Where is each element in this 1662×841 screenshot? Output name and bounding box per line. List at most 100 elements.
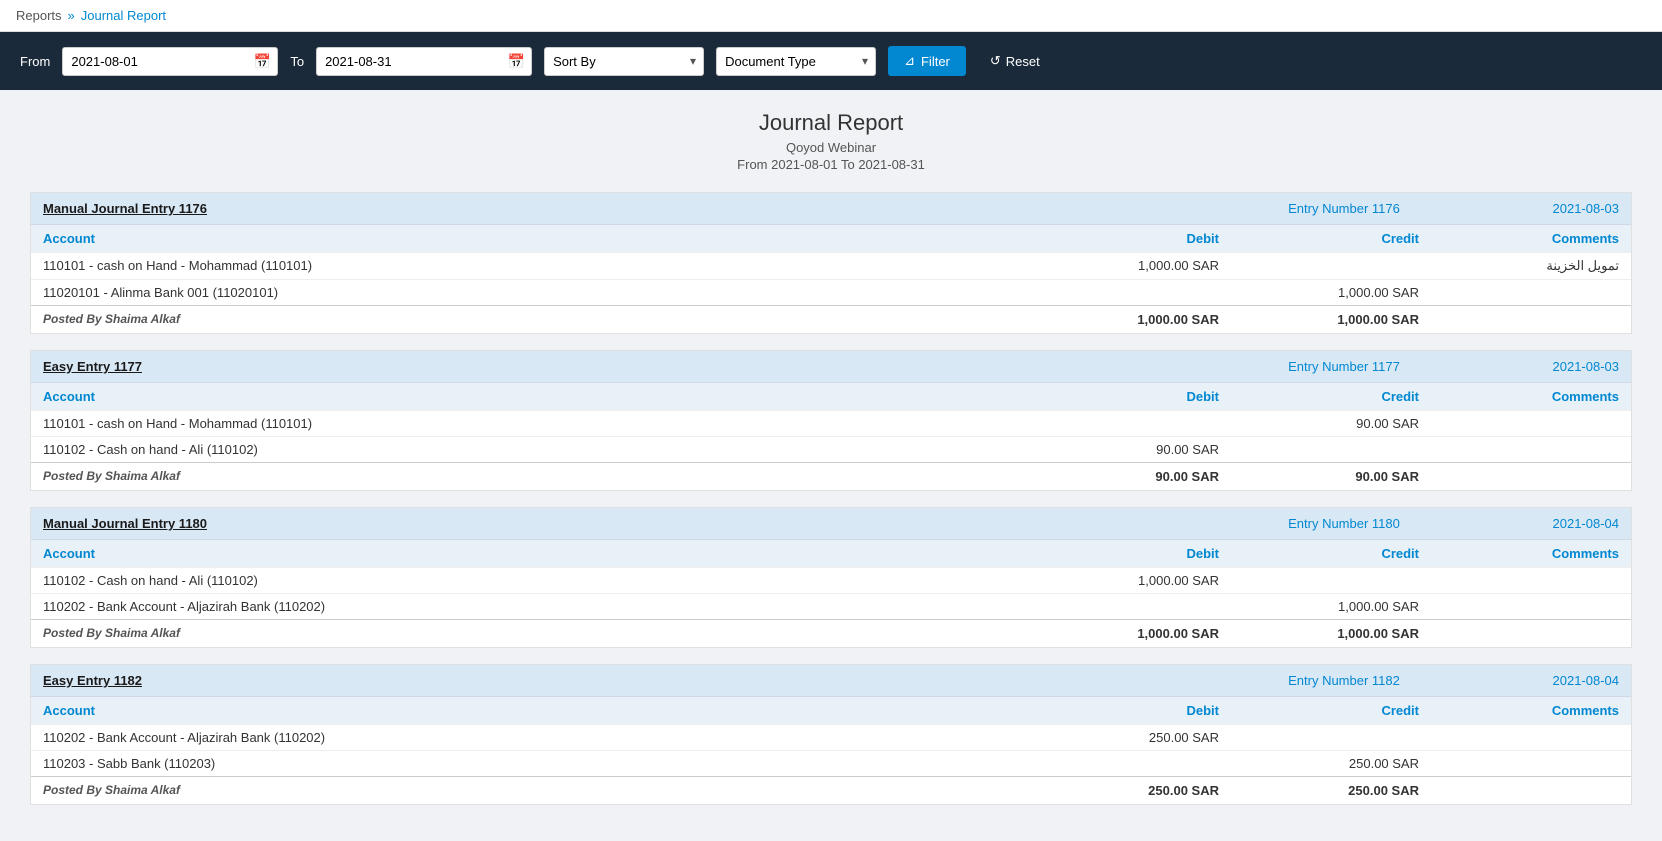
posted-by: Posted By Shaima Alkaf [43, 626, 1019, 641]
total-row: Posted By Shaima Alkaf90.00 SAR90.00 SAR [31, 462, 1631, 490]
report-header: Journal Report Qoyod Webinar From 2021-0… [30, 110, 1632, 172]
entry-title[interactable]: Manual Journal Entry 1176 [43, 201, 1219, 216]
cell-comments [1419, 756, 1619, 771]
reset-label: Reset [1006, 54, 1040, 69]
cell-comments [1419, 442, 1619, 457]
total-debit: 1,000.00 SAR [1019, 626, 1219, 641]
journal-block: Easy Entry 1182Entry Number 11822021-08-… [30, 664, 1632, 805]
reset-button[interactable]: ↺ Reset [978, 46, 1052, 76]
cell-credit [1219, 573, 1419, 588]
entry-title[interactable]: Easy Entry 1177 [43, 359, 1219, 374]
table-row: 110203 - Sabb Bank (110203) 250.00 SAR [31, 750, 1631, 776]
entry-title[interactable]: Manual Journal Entry 1180 [43, 516, 1219, 531]
col-header-comments: Comments [1419, 389, 1619, 404]
cell-debit [1019, 416, 1219, 431]
total-debit: 1,000.00 SAR [1019, 312, 1219, 327]
cell-credit [1219, 442, 1419, 457]
cell-account: 110203 - Sabb Bank (110203) [43, 756, 1019, 771]
col-header-account: Account [43, 703, 1019, 718]
table-row: 110101 - cash on Hand - Mohammad (110101… [31, 410, 1631, 436]
entry-number: Entry Number 1176 [1219, 201, 1469, 216]
from-date-input[interactable] [71, 54, 247, 69]
table-row: 110102 - Cash on hand - Ali (110102)90.0… [31, 436, 1631, 462]
sort-by-select[interactable]: Sort By [544, 47, 704, 76]
from-label: From [20, 54, 50, 69]
entry-header: Easy Entry 1182Entry Number 11822021-08-… [31, 665, 1631, 696]
col-header-debit: Debit [1019, 703, 1219, 718]
cell-account: 110102 - Cash on hand - Ali (110102) [43, 573, 1019, 588]
cell-credit [1219, 258, 1419, 274]
total-credit: 250.00 SAR [1219, 783, 1419, 798]
col-header-credit: Credit [1219, 231, 1419, 246]
col-header-comments: Comments [1419, 546, 1619, 561]
report-company: Qoyod Webinar [30, 140, 1632, 155]
entry-number: Entry Number 1182 [1219, 673, 1469, 688]
cell-debit: 1,000.00 SAR [1019, 258, 1219, 274]
col-header-account: Account [43, 231, 1019, 246]
main-content: Journal Report Qoyod Webinar From 2021-0… [0, 90, 1662, 841]
cell-debit: 90.00 SAR [1019, 442, 1219, 457]
col-header-comments: Comments [1419, 703, 1619, 718]
report-date-range: From 2021-08-01 To 2021-08-31 [30, 157, 1632, 172]
cell-credit: 1,000.00 SAR [1219, 285, 1419, 300]
col-header-debit: Debit [1019, 389, 1219, 404]
column-headers: AccountDebitCreditComments [31, 224, 1631, 252]
document-type-wrapper: Document Type [716, 47, 876, 76]
col-header-credit: Credit [1219, 389, 1419, 404]
breadcrumb-separator: » [68, 8, 75, 23]
entry-header: Manual Journal Entry 1176Entry Number 11… [31, 193, 1631, 224]
journal-block: Manual Journal Entry 1176Entry Number 11… [30, 192, 1632, 334]
col-header-account: Account [43, 389, 1019, 404]
cell-account: 110102 - Cash on hand - Ali (110102) [43, 442, 1019, 457]
cell-credit [1219, 730, 1419, 745]
posted-by: Posted By Shaima Alkaf [43, 783, 1019, 798]
to-label: To [290, 54, 304, 69]
entries-container: Manual Journal Entry 1176Entry Number 11… [30, 192, 1632, 805]
cell-account: 110101 - cash on Hand - Mohammad (110101… [43, 258, 1019, 274]
entry-header: Manual Journal Entry 1180Entry Number 11… [31, 508, 1631, 539]
col-header-account: Account [43, 546, 1019, 561]
from-date-wrapper: 📅 [62, 47, 278, 76]
entry-date: 2021-08-03 [1469, 359, 1619, 374]
posted-by: Posted By Shaima Alkaf [43, 469, 1019, 484]
cell-debit [1019, 285, 1219, 300]
cell-credit: 1,000.00 SAR [1219, 599, 1419, 614]
to-calendar-icon[interactable]: 📅 [508, 53, 525, 70]
col-header-credit: Credit [1219, 546, 1419, 561]
column-headers: AccountDebitCreditComments [31, 539, 1631, 567]
total-comments [1419, 626, 1619, 641]
table-row: 110101 - cash on Hand - Mohammad (110101… [31, 252, 1631, 279]
entry-header: Easy Entry 1177Entry Number 11772021-08-… [31, 351, 1631, 382]
cell-comments [1419, 416, 1619, 431]
to-date-input[interactable] [325, 54, 501, 69]
breadcrumb-current: Journal Report [81, 8, 166, 23]
cell-debit [1019, 599, 1219, 614]
table-row: 11020101 - Alinma Bank 001 (11020101)1,0… [31, 279, 1631, 305]
top-nav: Reports » Journal Report [0, 0, 1662, 32]
cell-account: 110202 - Bank Account - Aljazirah Bank (… [43, 599, 1019, 614]
entry-number: Entry Number 1177 [1219, 359, 1469, 374]
col-header-comments: Comments [1419, 231, 1619, 246]
cell-debit [1019, 756, 1219, 771]
journal-block: Easy Entry 1177Entry Number 11772021-08-… [30, 350, 1632, 491]
entry-number: Entry Number 1180 [1219, 516, 1469, 531]
from-calendar-icon[interactable]: 📅 [254, 53, 271, 70]
cell-comments: تمويل الخزينة [1419, 258, 1619, 274]
document-type-select[interactable]: Document Type [716, 47, 876, 76]
total-comments [1419, 783, 1619, 798]
entry-title[interactable]: Easy Entry 1182 [43, 673, 1219, 688]
filter-button[interactable]: ⊿ Filter [888, 46, 966, 76]
to-date-wrapper: 📅 [316, 47, 532, 76]
total-comments [1419, 469, 1619, 484]
column-headers: AccountDebitCreditComments [31, 696, 1631, 724]
table-row: 110102 - Cash on hand - Ali (110102)1,00… [31, 567, 1631, 593]
total-credit: 1,000.00 SAR [1219, 626, 1419, 641]
breadcrumb-parent[interactable]: Reports [16, 8, 62, 23]
table-row: 110202 - Bank Account - Aljazirah Bank (… [31, 724, 1631, 750]
cell-credit: 250.00 SAR [1219, 756, 1419, 771]
table-row: 110202 - Bank Account - Aljazirah Bank (… [31, 593, 1631, 619]
total-row: Posted By Shaima Alkaf1,000.00 SAR1,000.… [31, 619, 1631, 647]
total-debit: 250.00 SAR [1019, 783, 1219, 798]
cell-comments [1419, 730, 1619, 745]
cell-comments [1419, 285, 1619, 300]
